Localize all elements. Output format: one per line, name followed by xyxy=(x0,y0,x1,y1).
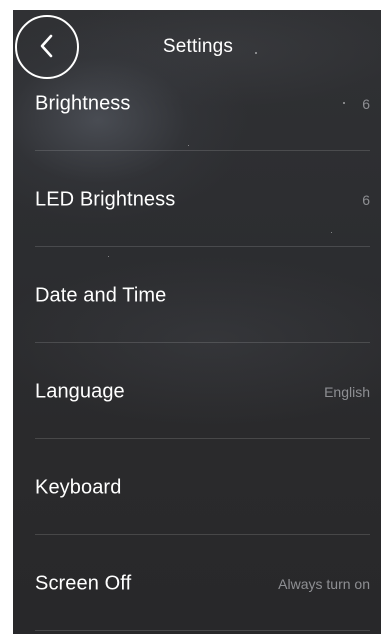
page-title: Settings xyxy=(162,36,234,57)
setting-row-brightness[interactable]: Brightness 6 xyxy=(35,56,370,152)
setting-value: 6 xyxy=(362,192,370,208)
setting-label: Date and Time xyxy=(35,284,167,307)
setting-value: 6 xyxy=(362,96,370,112)
setting-row-led-brightness[interactable]: LED Brightness 6 xyxy=(35,152,370,248)
divider xyxy=(35,438,370,439)
divider xyxy=(35,246,370,247)
divider xyxy=(35,342,370,343)
settings-screen: Settings Brightness 6 LED Brightness 6 D… xyxy=(13,10,381,634)
setting-row-language[interactable]: Language English xyxy=(35,344,370,440)
setting-label: Keyboard xyxy=(35,476,122,499)
divider xyxy=(35,150,370,151)
setting-row-screen-off[interactable]: Screen Off Always turn on xyxy=(35,536,370,632)
setting-row-keyboard[interactable]: Keyboard xyxy=(35,440,370,536)
divider xyxy=(35,630,370,631)
setting-label: Screen Off xyxy=(35,572,132,595)
setting-label: LED Brightness xyxy=(35,188,176,211)
setting-value: Always turn on xyxy=(278,576,370,592)
setting-label: Language xyxy=(35,380,125,403)
setting-row-date-and-time[interactable]: Date and Time xyxy=(35,248,370,344)
divider xyxy=(35,534,370,535)
setting-label: Brightness xyxy=(35,92,131,115)
setting-value: English xyxy=(324,384,370,400)
